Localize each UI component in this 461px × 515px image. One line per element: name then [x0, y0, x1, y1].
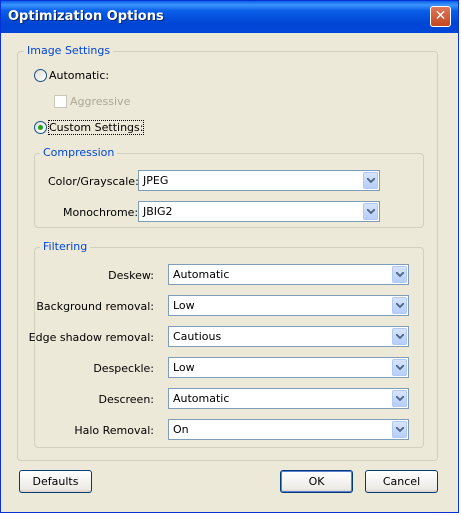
chevron-down-icon[interactable] [392, 359, 407, 376]
chevron-down-icon[interactable] [392, 297, 407, 314]
descreen-label: Descreen: [98, 393, 154, 406]
monochrome-value: JBIG2 [143, 205, 173, 218]
deskew-select[interactable]: Automatic [168, 264, 409, 285]
automatic-radio[interactable] [34, 69, 47, 82]
despeckle-value: Low [173, 361, 195, 374]
close-icon: ✕ [434, 8, 447, 24]
title-bar[interactable]: Optimization Options ✕ [1, 1, 458, 33]
background-removal-label: Background removal: [36, 300, 154, 313]
halo-removal-select[interactable]: On [168, 419, 409, 440]
descreen-select[interactable]: Automatic [168, 388, 409, 409]
monochrome-label: Monochrome: [63, 206, 139, 219]
descreen-value: Automatic [173, 392, 230, 405]
window-title: Optimization Options [8, 9, 164, 24]
chevron-down-icon[interactable] [392, 266, 407, 283]
despeckle-label: Despeckle: [93, 362, 154, 375]
halo-removal-value: On [173, 423, 189, 436]
chevron-down-icon[interactable] [363, 172, 378, 189]
cancel-button[interactable]: Cancel [365, 470, 438, 493]
monochrome-select[interactable]: JBIG2 [138, 201, 380, 222]
defaults-button[interactable]: Defaults [19, 470, 92, 493]
despeckle-select[interactable]: Low [168, 357, 409, 378]
chevron-down-icon[interactable] [392, 421, 407, 438]
optimization-options-dialog: Optimization Options ✕ Image Settings Au… [0, 0, 459, 513]
chevron-down-icon[interactable] [392, 390, 407, 407]
chevron-down-icon[interactable] [392, 328, 407, 345]
deskew-value: Automatic [173, 268, 230, 281]
compression-legend: Compression [40, 146, 118, 159]
edge-shadow-removal-value: Cautious [173, 330, 222, 343]
aggressive-label: Aggressive [70, 95, 131, 108]
custom-settings-radio[interactable] [34, 121, 47, 134]
background-removal-select[interactable]: Low [168, 295, 409, 316]
automatic-label[interactable]: Automatic: [49, 69, 109, 82]
image-settings-legend: Image Settings [24, 44, 114, 57]
edge-shadow-removal-label: Edge shadow removal: [28, 331, 154, 344]
aggressive-checkbox [54, 95, 67, 108]
color-grayscale-value: JPEG [143, 174, 169, 187]
deskew-label: Deskew: [108, 269, 154, 282]
filtering-legend: Filtering [40, 240, 91, 253]
chevron-down-icon[interactable] [363, 203, 378, 220]
ok-button[interactable]: OK [280, 470, 353, 493]
background-removal-value: Low [173, 299, 195, 312]
custom-settings-label[interactable]: Custom Settings: [47, 120, 145, 135]
halo-removal-label: Halo Removal: [74, 424, 154, 437]
close-button[interactable]: ✕ [430, 6, 451, 27]
color-grayscale-label: Color/Grayscale: [48, 175, 139, 188]
color-grayscale-select[interactable]: JPEG [138, 170, 380, 191]
edge-shadow-removal-select[interactable]: Cautious [168, 326, 409, 347]
